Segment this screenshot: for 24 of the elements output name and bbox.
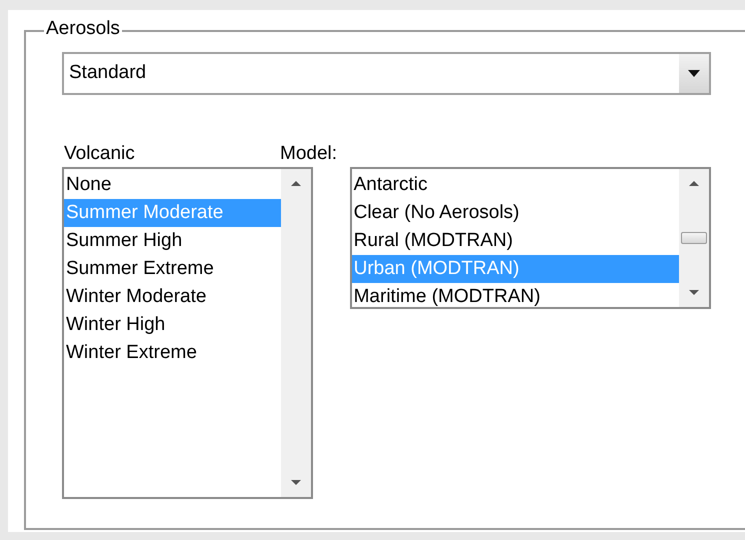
list-item[interactable]: Antarctic [352,171,679,199]
scroll-up-icon[interactable] [688,179,700,187]
scroll-down-icon[interactable] [688,289,700,297]
list-box[interactable]: None Summer Moderate Summer High Summer Extreme Winter Moderate Winter High Winter Extreme [62,167,313,499]
list-item[interactable]: Winter Extreme [64,339,281,367]
list-item[interactable]: Clear (No Aerosols) [352,199,679,227]
list-item[interactable]: Summer Extreme [64,255,281,283]
list-item[interactable]: Maritime (MODTRAN) [352,283,679,311]
scroll-down-icon[interactable] [290,479,302,487]
scroll-up-icon[interactable] [290,179,302,187]
dropdown-caret-icon[interactable] [688,70,700,77]
list-item[interactable]: Summer High [64,227,281,255]
model-label: Model: [280,142,338,166]
list-item[interactable]: None [64,171,281,199]
scrollbar[interactable] [280,169,311,497]
list-box[interactable]: Antarctic Clear (No Aerosols) Rural (MODTRAN) Urban (MODTRAN) Maritime (MODTRAN) [350,167,711,309]
list-item[interactable]: Winter Moderate [64,283,281,311]
scrollbar-thumb[interactable] [681,232,707,244]
volcanic-label: Volcanic [63,142,136,166]
dropdown[interactable]: Standard [62,52,711,95]
list-item[interactable]: Winter High [64,311,281,339]
dropdown-value: Standard [68,61,148,86]
scrollbar[interactable] [679,169,709,307]
list-item[interactable]: Rural (MODTRAN) [352,227,679,255]
